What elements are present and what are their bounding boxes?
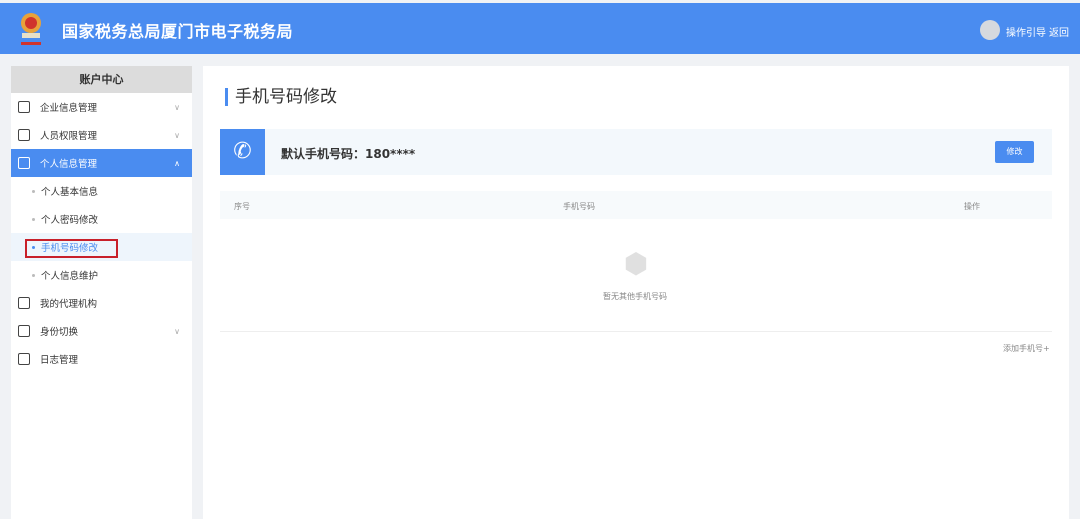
default-phone-card: ✆ 默认手机号码：180**** 修改 — [220, 129, 1052, 175]
sidebar-item-permissions[interactable]: 人员权限管理 ∨ — [11, 121, 192, 149]
sidebar-title: 账户中心 — [11, 66, 192, 93]
phone-icon: ✆ — [220, 129, 265, 175]
back-link[interactable]: 返回 — [1049, 24, 1069, 39]
table-header: 序号 手机号码 操作 — [220, 191, 1052, 219]
sidebar-sub-label: 个人密码修改 — [41, 215, 99, 226]
sidebar-item-personal[interactable]: 个人信息管理 ∧ — [11, 149, 192, 177]
chevron-down-icon: ∨ — [174, 326, 180, 336]
divider — [220, 331, 1052, 332]
site-title: 国家税务总局厦门市电子税务局 — [62, 22, 294, 41]
highlight-box — [25, 239, 118, 258]
sidebar-item-label: 我的代理机构 — [40, 299, 98, 310]
sidebar-item-switch[interactable]: 身份切换 ∨ — [11, 317, 192, 345]
main-panel: 手机号码修改 ✆ 默认手机号码：180**** 修改 序号 手机号码 操作 ⬢ … — [203, 66, 1069, 519]
sidebar-sub-password[interactable]: 个人密码修改 — [11, 205, 192, 233]
sidebar-sub-maintain[interactable]: 个人信息维护 — [11, 261, 192, 289]
sidebar-sub-label: 个人信息维护 — [41, 271, 99, 282]
column-header: 序号 — [234, 202, 250, 211]
header-bar: 国家税务总局厦门市电子税务局 操作引导 返回 — [0, 3, 1080, 54]
sidebar-item-logs[interactable]: 日志管理 — [11, 345, 192, 373]
column-header: 手机号码 — [563, 202, 595, 211]
sidebar-item-label: 个人信息管理 — [40, 159, 98, 170]
edit-button[interactable]: 修改 — [995, 141, 1034, 163]
sidebar-sub-basic-info[interactable]: 个人基本信息 — [11, 177, 192, 205]
page-title: 手机号码修改 — [225, 88, 337, 106]
sidebar-item-enterprise[interactable]: 企业信息管理 ∨ — [11, 93, 192, 121]
profile-card-icon — [18, 157, 30, 169]
user-lock-icon — [18, 129, 30, 141]
avatar[interactable] — [980, 20, 1000, 40]
default-phone: 默认手机号码：180**** — [281, 147, 416, 161]
sidebar-item-label: 身份切换 — [40, 327, 79, 338]
sidebar-item-label: 企业信息管理 — [40, 103, 98, 114]
guide-link[interactable]: 操作引导 — [1006, 24, 1046, 39]
building-icon — [18, 101, 30, 113]
sidebar-sub-label: 个人基本信息 — [41, 187, 99, 198]
switch-icon — [18, 325, 30, 337]
log-icon — [18, 353, 30, 365]
sidebar-item-label: 人员权限管理 — [40, 131, 98, 142]
empty-box-icon: ⬢ — [623, 247, 649, 280]
sidebar: 账户中心 企业信息管理 ∨ 人员权限管理 ∨ 个人信息管理 ∧ 个人基本信息 个人密码… — [11, 66, 192, 519]
sidebar-item-label: 日志管理 — [40, 355, 79, 366]
chevron-up-icon: ∧ — [174, 158, 180, 168]
add-phone-link[interactable]: 添加手机号+ — [1003, 343, 1050, 354]
agency-icon — [18, 297, 30, 309]
chevron-down-icon: ∨ — [174, 130, 180, 140]
sidebar-item-agency[interactable]: 我的代理机构 — [11, 289, 192, 317]
tax-emblem-logo — [21, 13, 41, 45]
chevron-down-icon: ∨ — [174, 102, 180, 112]
column-header: 操作 — [964, 202, 980, 211]
empty-text: 暂无其他手机号码 — [603, 292, 667, 301]
